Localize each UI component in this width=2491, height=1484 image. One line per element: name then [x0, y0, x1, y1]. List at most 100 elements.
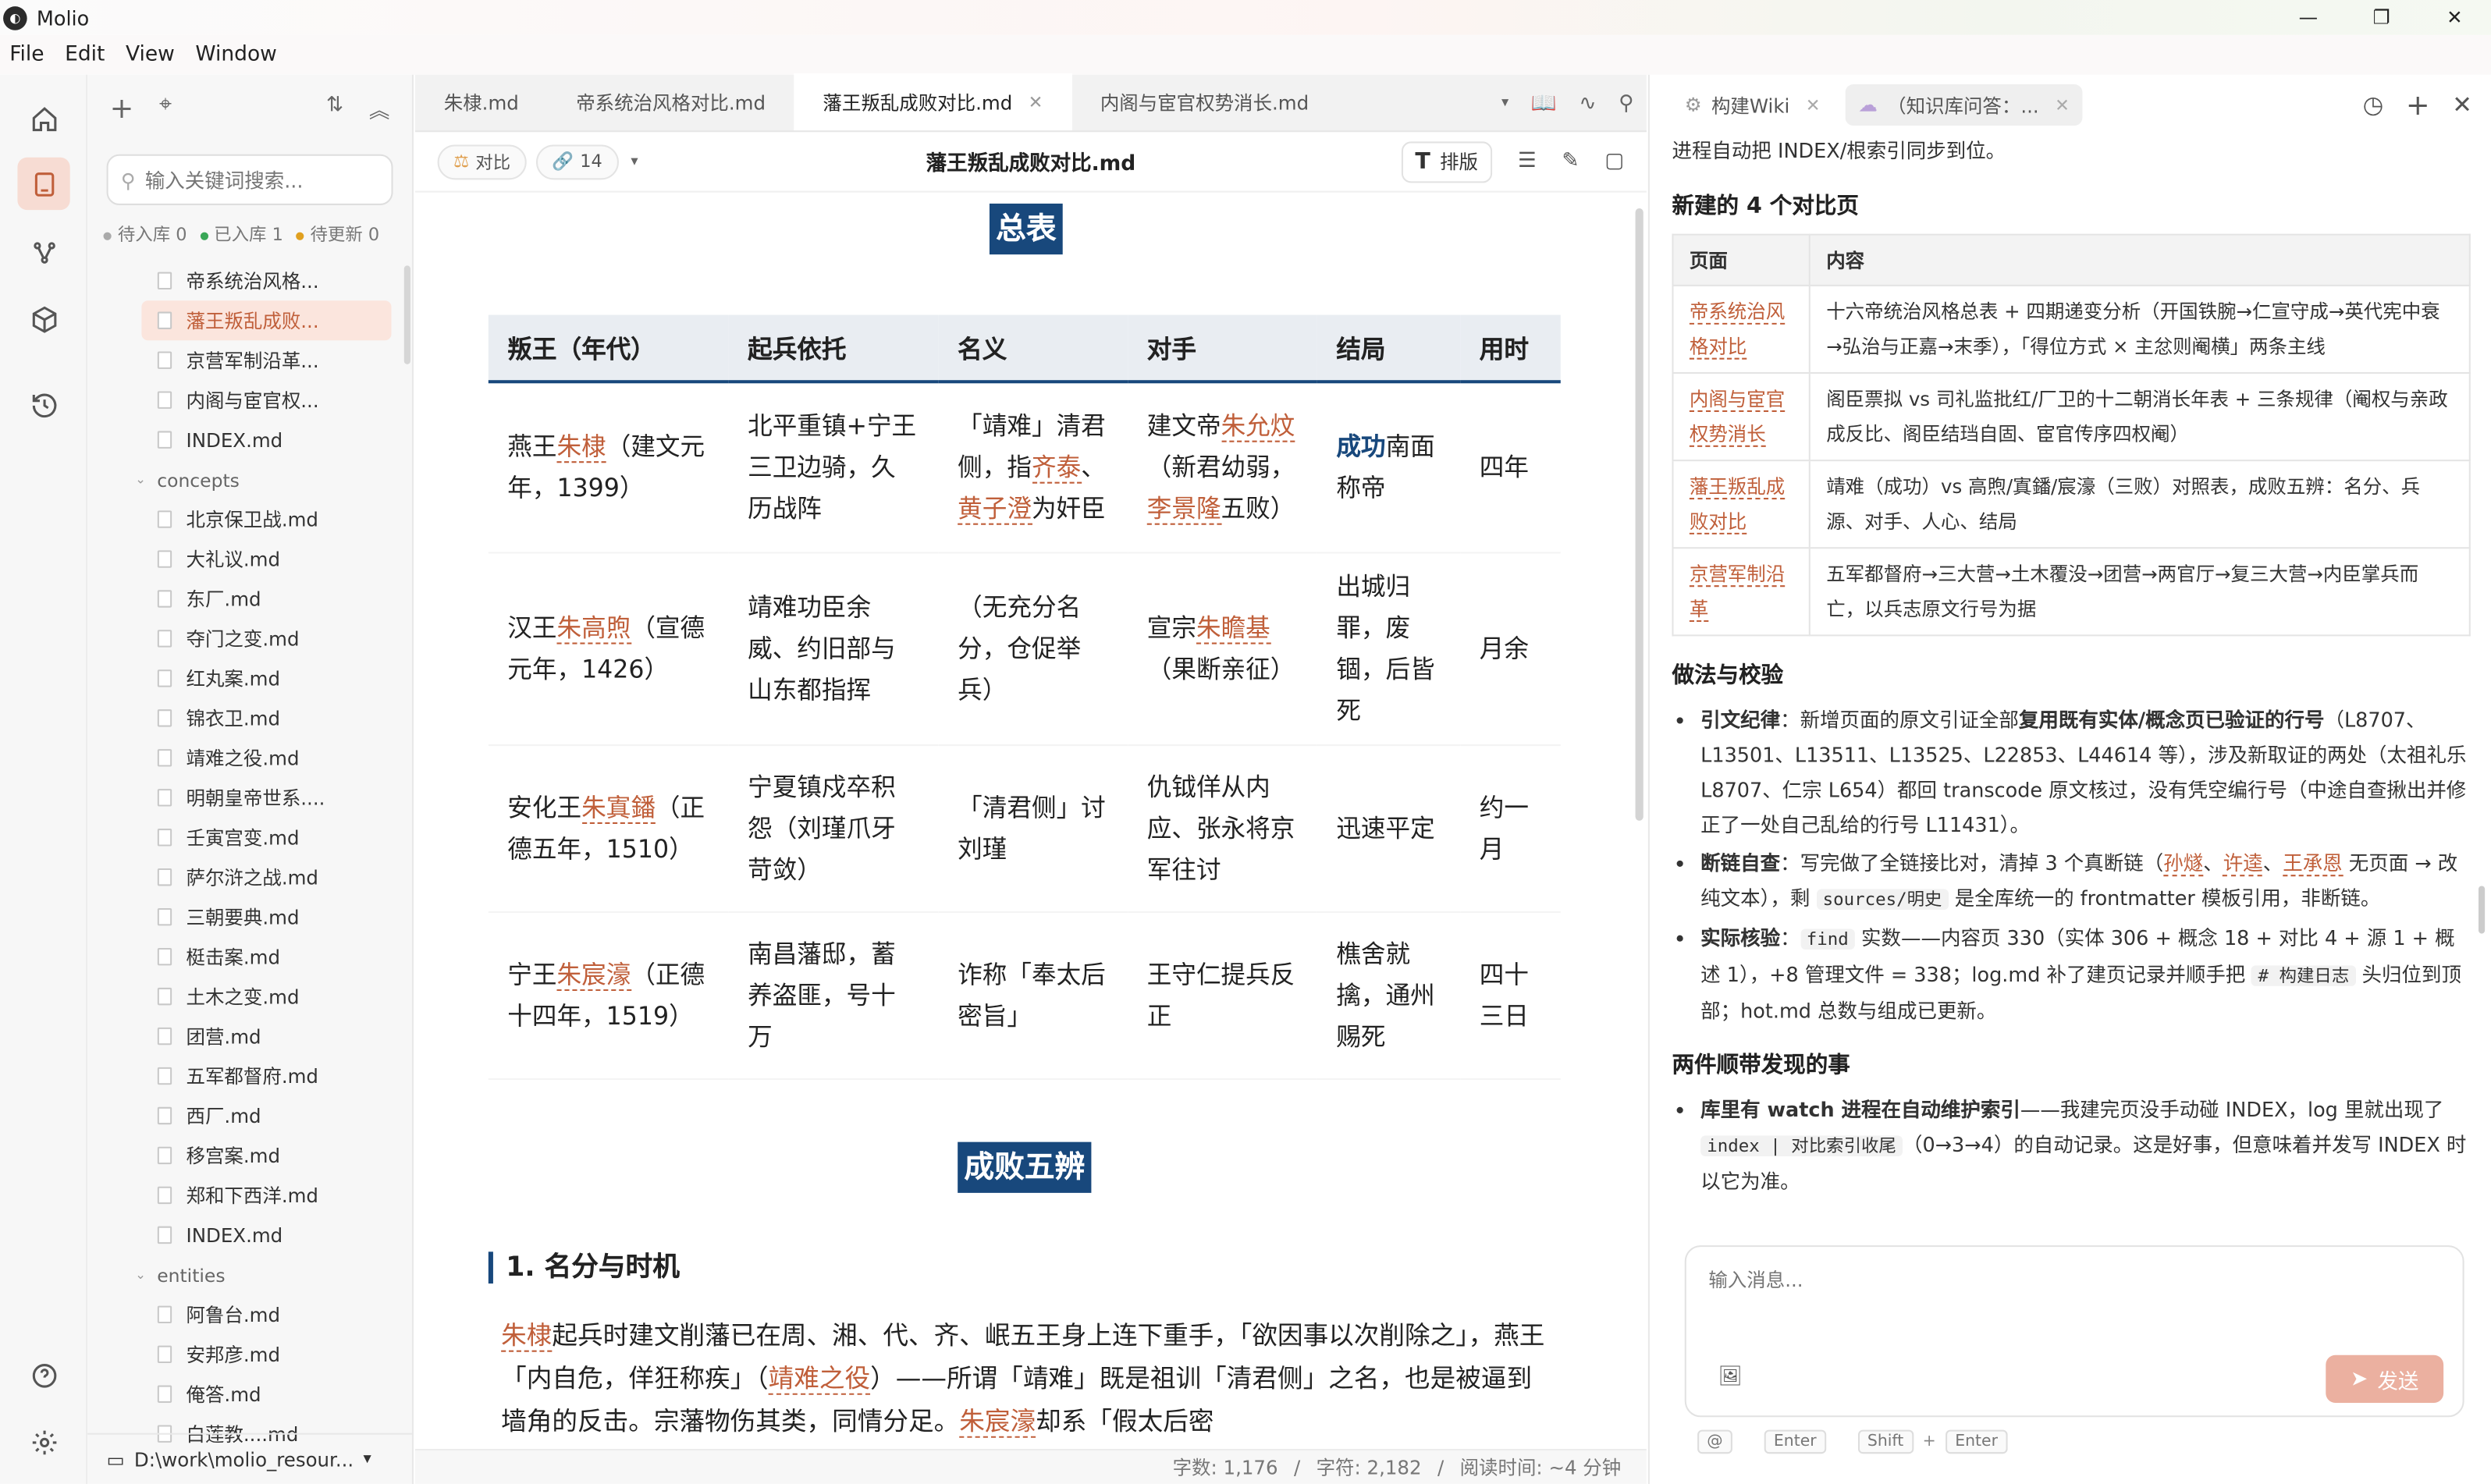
file-tree-item[interactable]: 阿鲁台.md [87, 1294, 414, 1334]
search-box[interactable]: ⚲ [106, 154, 393, 205]
help-icon[interactable] [17, 1349, 69, 1401]
close-tab-icon[interactable]: ✕ [1806, 94, 1821, 115]
find-icon[interactable]: ⚲ [1619, 91, 1633, 115]
chat-scrollbar[interactable] [2478, 886, 2486, 934]
file-tree-item[interactable]: 东厂.md [87, 579, 414, 619]
file-tree-item[interactable]: 三朝要典.md [87, 897, 414, 937]
image-upload-icon[interactable]: 🖼 [1718, 1365, 1743, 1387]
minimize-button[interactable]: — [2272, 0, 2345, 35]
wiki-link[interactable]: 朱瞻基 [1196, 612, 1270, 644]
search-input[interactable] [144, 168, 384, 192]
tab-dropdown-icon[interactable]: ▾ [1501, 95, 1508, 111]
file-tree-item[interactable]: INDEX.md [87, 420, 414, 460]
home-icon[interactable] [17, 92, 69, 144]
folder-item[interactable]: ⌄ entities [87, 1255, 414, 1294]
file-tree-item[interactable]: 团营.md [87, 1017, 414, 1056]
file-tree-item[interactable]: 帝系统治风格... [87, 261, 414, 300]
wiki-link[interactable]: 藩王叛乱成败对比 [1690, 475, 1786, 534]
sort-icon[interactable]: ⇅ [326, 93, 343, 123]
wiki-link[interactable]: 朱高煦 [556, 612, 631, 644]
tab-fanwang[interactable]: 藩王叛乱成败对比.md ✕ [794, 73, 1072, 131]
file-tree-item[interactable]: 郑和下西洋.md [87, 1175, 414, 1215]
file-tree-item[interactable]: 北京保卫战.md [87, 499, 414, 539]
menu-view[interactable]: View [126, 43, 175, 67]
file-tree-item[interactable]: 明朝皇帝世系.... [87, 778, 414, 818]
file-tree-item[interactable]: 西厂.md [87, 1096, 414, 1136]
wiki-link[interactable]: 许逵 [2223, 850, 2263, 877]
wiki-link[interactable]: 朱棣 [501, 1319, 553, 1352]
outline-icon[interactable]: ☰ [1518, 150, 1537, 174]
workspace-selector[interactable]: ▭ D:\work\molio_resour... ▾ [87, 1433, 414, 1484]
wiki-link[interactable]: 朱寘鐇 [581, 793, 656, 823]
file-tree-item[interactable]: 土木之变.md [87, 977, 414, 1017]
menu-edit[interactable]: Edit [65, 43, 105, 67]
folder-item[interactable]: ⌄ concepts [87, 460, 414, 499]
wiki-link[interactable]: 李景隆 [1146, 494, 1221, 525]
file-tree-item[interactable]: 梃击案.md [87, 937, 414, 977]
file-tree-item[interactable]: 五军都督府.md [87, 1056, 414, 1096]
editor-scrollbar[interactable] [1635, 208, 1643, 821]
file-tree-item[interactable]: 京营军制沿革... [87, 340, 414, 380]
send-button[interactable]: ➤ 发送 [2326, 1354, 2444, 1403]
wiki-link[interactable]: 齐泰 [1031, 453, 1082, 484]
pill-dropdown-icon[interactable]: ▾ [631, 154, 638, 169]
file-tree-item[interactable]: 移宫案.md [87, 1135, 414, 1175]
reading-mode-icon[interactable]: 📖 [1531, 91, 1557, 115]
file-tree-item[interactable]: 萨尔浒之战.md [87, 857, 414, 897]
file-tree-item[interactable]: 藩王叛乱成败... [141, 300, 392, 341]
wiki-link[interactable]: 孙燧 [2163, 850, 2203, 877]
file-tree-scrollbar[interactable] [403, 265, 410, 364]
wiki-link[interactable]: 帝系统治风格对比 [1690, 300, 1786, 360]
add-icon[interactable]: + [110, 91, 134, 125]
message-input-box[interactable]: 🖼 ➤ 发送 [1684, 1245, 2464, 1418]
wiki-link[interactable]: 靖难之役 [768, 1362, 871, 1395]
chat-tab-qa[interactable]: ☁ （知识库问答：... ✕ [1846, 84, 2083, 126]
close-window-button[interactable]: ✕ [2418, 0, 2491, 35]
file-tree-item[interactable]: 内阁与宦官权... [87, 380, 414, 420]
collapse-all-icon[interactable]: ︽ [369, 93, 390, 123]
tab-dixi[interactable]: 帝系统治风格对比.md [547, 73, 794, 130]
file-tree-item[interactable]: 壬寅宫变.md [87, 818, 414, 857]
maximize-button[interactable]: ❐ [2345, 0, 2418, 35]
message-input[interactable] [1708, 1266, 2409, 1330]
tab-zhudi[interactable]: 朱棣.md [415, 73, 547, 130]
file-tree-item[interactable]: 夺门之变.md [87, 619, 414, 659]
wiki-link[interactable]: 黄子澄 [958, 494, 1032, 525]
edit-pencil-icon[interactable]: ✎ [1562, 150, 1579, 174]
file-tree-item[interactable]: 大礼议.md [87, 539, 414, 579]
file-tree-item[interactable]: INDEX.md [87, 1215, 414, 1255]
history-icon[interactable] [17, 378, 69, 431]
comment-icon[interactable]: ▢ [1604, 150, 1624, 174]
close-panel-icon[interactable]: ✕ [2452, 91, 2472, 119]
type-pill[interactable]: ⚖ 对比 [437, 144, 527, 179]
wiki-link[interactable]: 王承恩 [2283, 850, 2343, 877]
graph-icon[interactable] [17, 225, 69, 278]
wiki-link[interactable]: 朱允炆 [1221, 411, 1295, 442]
chat-tab-build-wiki[interactable]: ⚙ 构建Wiki ✕ [1672, 84, 1832, 126]
chat-tabs: ⚙ 构建Wiki ✕ ☁ （知识库问答：... ✕ ◷ + ✕ [1650, 75, 2491, 135]
locate-icon[interactable]: ⌖ [159, 91, 172, 125]
file-tree-item[interactable]: 安邦彦.md [87, 1334, 414, 1374]
tab-neige[interactable]: 内阁与宦官权势消长.md [1071, 73, 1338, 130]
new-chat-icon[interactable]: + [2406, 88, 2430, 122]
wiki-link[interactable]: 京营军制沿革 [1690, 563, 1786, 623]
file-tree-item[interactable]: 锦衣卫.md [87, 698, 414, 738]
close-tab-icon[interactable]: ✕ [1029, 91, 1043, 112]
menu-window[interactable]: Window [195, 43, 277, 67]
format-button[interactable]: T 排版 [1401, 140, 1493, 183]
settings-gear-icon[interactable] [17, 1415, 69, 1468]
library-icon[interactable] [17, 157, 70, 211]
wiki-link[interactable]: 朱棣 [556, 431, 606, 463]
links-pill[interactable]: 🔗 14 [535, 144, 619, 179]
history-clock-icon[interactable]: ◷ [2363, 91, 2384, 119]
file-tree-item[interactable]: 红丸案.md [87, 659, 414, 698]
file-tree-item[interactable]: 靖难之役.md [87, 738, 414, 778]
package-icon[interactable] [17, 293, 69, 345]
menu-file[interactable]: File [9, 43, 44, 67]
activity-icon[interactable]: ∿ [1579, 91, 1596, 115]
wiki-link[interactable]: 朱宸濠 [959, 1406, 1036, 1438]
wiki-link[interactable]: 内阁与宦官权势消长 [1690, 388, 1786, 447]
file-tree-item[interactable]: 俺答.md [87, 1374, 414, 1414]
wiki-link[interactable]: 朱宸濠 [556, 960, 631, 990]
close-tab-icon[interactable]: ✕ [2055, 94, 2070, 115]
